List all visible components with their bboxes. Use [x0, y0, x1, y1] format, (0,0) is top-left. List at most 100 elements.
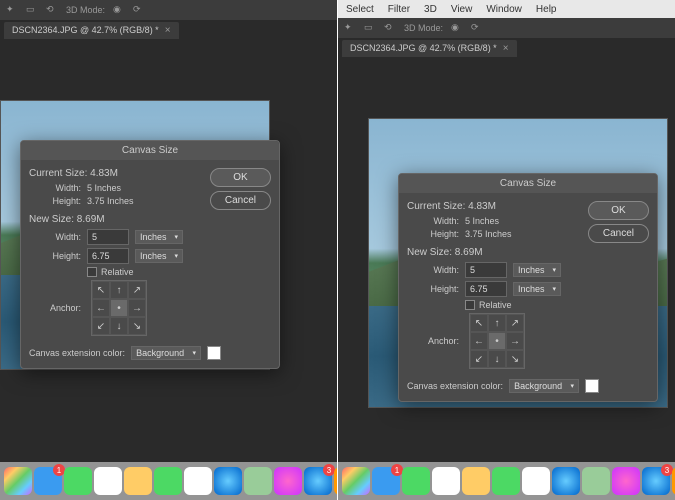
maps-icon[interactable] [244, 467, 272, 495]
width-input[interactable] [87, 229, 129, 245]
height-input[interactable] [87, 248, 129, 264]
cancel-button[interactable]: Cancel [210, 191, 271, 210]
extension-color-select[interactable]: Background [509, 379, 579, 393]
photos-icon[interactable] [4, 467, 32, 495]
document-tabs: DSCN2364.JPG @ 42.7% (RGB/8) * × [0, 20, 337, 40]
anchor-n[interactable]: ↑ [110, 281, 128, 299]
height-label: Height: [29, 251, 81, 261]
tab-label: DSCN2364.JPG @ 42.7% (RGB/8) * [12, 25, 159, 35]
numbers-icon[interactable] [492, 467, 520, 495]
new-size-label: New Size: 8.69M [407, 247, 649, 258]
safari-icon[interactable] [552, 467, 580, 495]
relative-checkbox[interactable] [465, 300, 475, 310]
cancel-button[interactable]: Cancel [588, 224, 649, 243]
tab-label: DSCN2364.JPG @ 42.7% (RGB/8) * [350, 43, 497, 53]
anchor-se[interactable]: ↘ [128, 317, 146, 335]
options-bar: ✦ ▭ ⟲ 3D Mode: ◉ ⟳ [338, 18, 675, 38]
anchor-c[interactable]: • [488, 332, 506, 350]
tool-icon: ▭ [26, 4, 38, 16]
maps-icon[interactable] [582, 467, 610, 495]
dock: 13 [338, 462, 675, 500]
ok-button[interactable]: OK [588, 201, 649, 220]
messages-icon[interactable] [402, 467, 430, 495]
tool-icon: ✦ [344, 22, 356, 34]
appstore-icon[interactable]: 3 [642, 467, 670, 495]
current-width: 5 Inches [465, 216, 499, 226]
menubar: Select Filter 3D View Window Help [338, 0, 675, 18]
tool-icon: ⟳ [471, 22, 483, 34]
document-tab[interactable]: DSCN2364.JPG @ 42.7% (RGB/8) * × [342, 40, 517, 57]
anchor-ne[interactable]: ↗ [128, 281, 146, 299]
height-unit-select[interactable]: Inches [513, 282, 561, 296]
anchor-w[interactable]: ← [470, 332, 488, 350]
anchor-s[interactable]: ↓ [110, 317, 128, 335]
safari-icon[interactable] [214, 467, 242, 495]
mail-icon[interactable]: 1 [34, 467, 62, 495]
width-label: Width: [29, 183, 81, 193]
messages-icon[interactable] [64, 467, 92, 495]
anchor-w[interactable]: ← [92, 299, 110, 317]
anchor-grid[interactable]: ↖↑↗ ←•→ ↙↓↘ [91, 280, 147, 336]
color-swatch[interactable] [207, 346, 221, 360]
close-icon[interactable]: × [165, 25, 171, 36]
menu-3d[interactable]: 3D [424, 4, 437, 15]
anchor-se[interactable]: ↘ [506, 350, 524, 368]
mail-icon[interactable]: 1 [372, 467, 400, 495]
extension-color-label: Canvas extension color: [407, 381, 503, 391]
height-input[interactable] [465, 281, 507, 297]
document-tab[interactable]: DSCN2364.JPG @ 42.7% (RGB/8) * × [4, 22, 179, 39]
appstore-icon[interactable]: 3 [304, 467, 332, 495]
canvas-size-dialog: Canvas Size OK Cancel Current Size: 4.83… [20, 140, 280, 369]
reminders-icon[interactable] [184, 467, 212, 495]
height-unit-select[interactable]: Inches [135, 249, 183, 263]
notes-icon[interactable] [124, 467, 152, 495]
width-unit-select[interactable]: Inches [135, 230, 183, 244]
current-height: 3.75 Inches [87, 196, 134, 206]
extension-color-select[interactable]: Background [131, 346, 201, 360]
itunes-icon[interactable] [274, 467, 302, 495]
width-label: Width: [407, 216, 459, 226]
numbers-icon[interactable] [154, 467, 182, 495]
ok-button[interactable]: OK [210, 168, 271, 187]
calendar-icon[interactable] [94, 467, 122, 495]
reminders-icon[interactable] [522, 467, 550, 495]
anchor-sw[interactable]: ↙ [470, 350, 488, 368]
current-width: 5 Inches [87, 183, 121, 193]
menu-help[interactable]: Help [536, 4, 557, 15]
anchor-n[interactable]: ↑ [488, 314, 506, 332]
anchor-s[interactable]: ↓ [488, 350, 506, 368]
menu-view[interactable]: View [451, 4, 473, 15]
itunes-icon[interactable] [612, 467, 640, 495]
notes-icon[interactable] [462, 467, 490, 495]
tool-icon: ⟲ [46, 4, 58, 16]
calendar-icon[interactable] [432, 467, 460, 495]
width-label: Width: [407, 265, 459, 275]
canvas: Canvas Size OK Cancel Current Size: 4.83… [0, 40, 337, 480]
menu-filter[interactable]: Filter [388, 4, 410, 15]
anchor-nw[interactable]: ↖ [92, 281, 110, 299]
photos-icon[interactable] [342, 467, 370, 495]
current-height: 3.75 Inches [465, 229, 512, 239]
width-unit-select[interactable]: Inches [513, 263, 561, 277]
anchor-c[interactable]: • [110, 299, 128, 317]
dock: 13 [0, 462, 337, 500]
height-label: Height: [29, 196, 81, 206]
tool-icon: ✦ [6, 4, 18, 16]
anchor-e[interactable]: → [506, 332, 524, 350]
canvas-size-dialog: Canvas Size OK Cancel Current Size: 4.83… [398, 173, 658, 402]
color-swatch[interactable] [585, 379, 599, 393]
width-input[interactable] [465, 262, 507, 278]
ibooks-icon[interactable] [334, 467, 337, 495]
close-icon[interactable]: × [503, 43, 509, 54]
anchor-nw[interactable]: ↖ [470, 314, 488, 332]
anchor-grid[interactable]: ↖↑↗ ←•→ ↙↓↘ [469, 313, 525, 369]
menu-select[interactable]: Select [346, 4, 374, 15]
anchor-sw[interactable]: ↙ [92, 317, 110, 335]
menu-window[interactable]: Window [486, 4, 522, 15]
anchor-label: Anchor: [29, 303, 81, 313]
anchor-e[interactable]: → [128, 299, 146, 317]
relative-label: Relative [479, 300, 512, 310]
width-label: Width: [29, 232, 81, 242]
anchor-ne[interactable]: ↗ [506, 314, 524, 332]
relative-checkbox[interactable] [87, 267, 97, 277]
